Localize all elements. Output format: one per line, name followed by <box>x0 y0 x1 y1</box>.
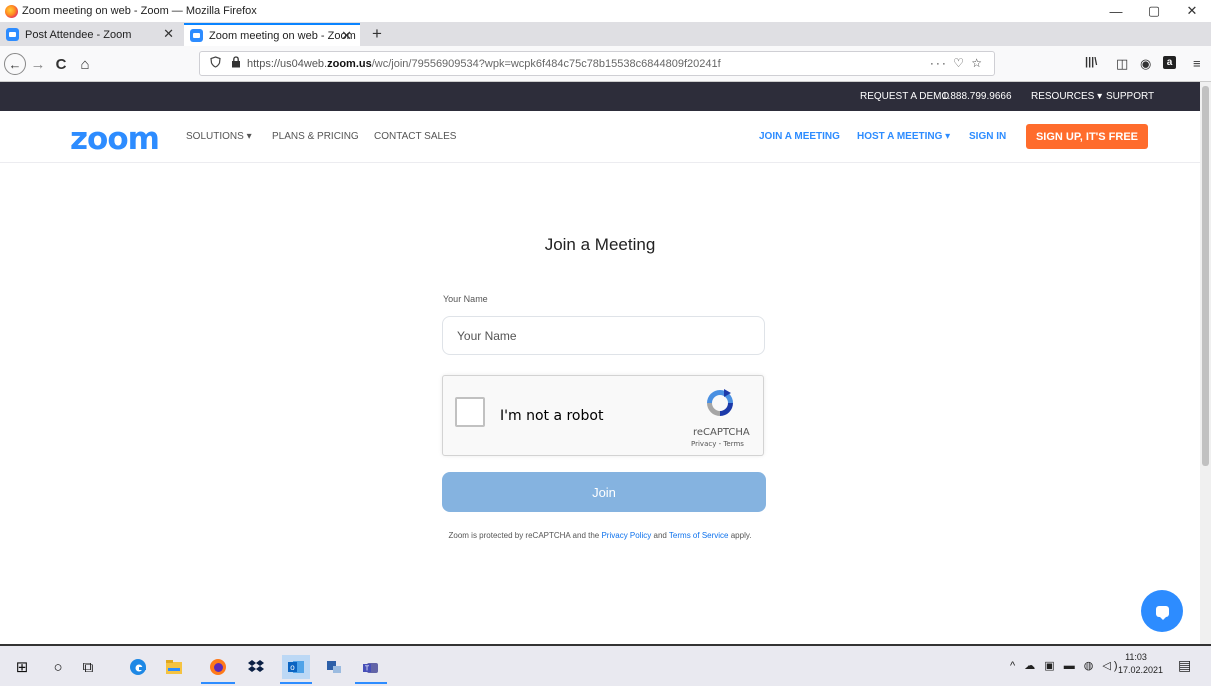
active-app-indicator <box>355 682 387 684</box>
notice-text: and <box>651 531 669 540</box>
host-meeting-menu[interactable]: HOST A MEETING ▾ <box>857 131 950 142</box>
windows-taskbar: ⊞ ○ ⧉ o T ^ ☁ ▣ ▬ ◍ ◁) 11:03 17.02.2021 … <box>0 644 1211 686</box>
menu-icon[interactable]: ≡ <box>1193 56 1201 71</box>
recaptcha-brand: reCAPTCHA <box>693 427 750 438</box>
start-button[interactable]: ⊞ <box>12 656 32 678</box>
url-path: /wc/join/79556909534?wpk=wcpk6f484c75c78… <box>371 57 721 70</box>
account-icon[interactable]: ◉ <box>1140 56 1151 72</box>
tab-post-attendee[interactable]: Post Attendee - Zoom ✕ <box>0 23 182 46</box>
window-controls: — ▢ ✕ <box>1097 0 1211 22</box>
new-tab-button[interactable]: + <box>366 22 388 46</box>
solutions-menu[interactable]: SOLUTIONS ▾ <box>186 131 252 142</box>
phone-link[interactable]: 1.888.799.9666 <box>942 91 1012 102</box>
tab-zoom-meeting-on-web[interactable]: Zoom meeting on web - Zoom ✕ <box>184 23 360 46</box>
active-app-indicator <box>280 682 312 684</box>
zoom-header: zoom SOLUTIONS ▾ PLANS & PRICING CONTACT… <box>0 111 1200 163</box>
recaptcha-widget: I'm not a robot reCAPTCHA Privacy - Term… <box>442 375 764 456</box>
firefox-icon <box>5 4 18 18</box>
task-view-icon[interactable]: ⧉ <box>78 656 98 678</box>
chat-support-button[interactable] <box>1141 590 1183 632</box>
notification-center-icon[interactable]: ▤ <box>1178 657 1191 674</box>
outlook-icon[interactable]: o <box>282 655 310 679</box>
active-app-indicator <box>201 682 235 684</box>
search-icon[interactable]: ○ <box>48 656 68 678</box>
notice-text: apply. <box>728 531 752 540</box>
join-meeting-link[interactable]: JOIN A MEETING <box>759 131 840 142</box>
window-title: Zoom meeting on web - Zoom — Mozilla Fir… <box>22 5 257 17</box>
request-demo-link[interactable]: REQUEST A DEMO <box>860 91 949 102</box>
join-button[interactable]: Join <box>442 472 766 512</box>
plans-pricing-link[interactable]: PLANS & PRICING <box>272 131 359 142</box>
taskbar-clock[interactable]: 11:03 17.02.2021 <box>1118 651 1164 677</box>
recaptcha-privacy-terms[interactable]: Privacy - Terms <box>691 440 744 448</box>
chat-icon <box>1155 605 1169 620</box>
terms-of-service-link[interactable]: Terms of Service <box>669 531 729 540</box>
edge-icon[interactable] <box>127 656 149 678</box>
your-name-input[interactable] <box>442 316 765 355</box>
url-domain: zoom.us <box>327 57 372 70</box>
file-explorer-icon[interactable] <box>163 656 185 678</box>
sign-in-link[interactable]: SIGN IN <box>969 131 1006 142</box>
recaptcha-checkbox[interactable] <box>455 397 485 427</box>
recaptcha-notice: Zoom is protected by reCAPTCHA and the P… <box>0 531 1200 540</box>
firefox-taskbar-icon[interactable] <box>207 656 229 678</box>
your-name-label: Your Name <box>443 294 488 304</box>
notice-text: Zoom is protected by reCAPTCHA and the <box>448 531 602 540</box>
url-bar[interactable]: https://us04web. zoom.us /wc/join/795569… <box>199 51 995 76</box>
url-prefix: https://us04web. <box>247 57 328 70</box>
support-link[interactable]: SUPPORT <box>1106 91 1154 102</box>
contact-sales-link[interactable]: CONTACT SALES <box>374 131 456 142</box>
tab-label: Post Attendee - Zoom <box>25 28 132 41</box>
system-tray-icons[interactable]: ^ ☁ ▣ ▬ ◍ ◁) <box>1010 659 1121 672</box>
reload-button[interactable]: C <box>52 53 70 75</box>
app-icon[interactable] <box>323 656 345 678</box>
clock-time: 11:03 <box>1125 652 1147 662</box>
recaptcha-logo-icon <box>707 389 733 416</box>
page-actions-icons[interactable]: ··· ♡ ☆ <box>930 56 984 70</box>
sign-up-button[interactable]: SIGN UP, IT'S FREE <box>1026 124 1148 149</box>
close-window-button[interactable]: ✕ <box>1173 0 1211 22</box>
amazon-extension-icon[interactable]: a <box>1163 56 1176 69</box>
minimize-button[interactable]: — <box>1097 0 1135 22</box>
clock-date: 17.02.2021 <box>1118 665 1164 675</box>
close-tab-icon[interactable]: ✕ <box>341 28 352 44</box>
zoom-favicon-icon <box>190 29 203 42</box>
privacy-policy-link[interactable]: Privacy Policy <box>601 531 651 540</box>
close-tab-icon[interactable]: ✕ <box>163 26 174 42</box>
svg-text:o: o <box>290 663 295 672</box>
resources-menu[interactable]: RESOURCES ▾ <box>1031 91 1102 102</box>
teams-icon[interactable]: T <box>360 656 382 678</box>
window-titlebar: Zoom meeting on web - Zoom — Mozilla Fir… <box>0 0 1211 22</box>
zoom-logo[interactable]: zoom <box>70 121 160 157</box>
page-scrollbar[interactable] <box>1200 82 1211 644</box>
zoom-favicon-icon <box>6 28 19 41</box>
navigation-toolbar: ← → C ⌂ https://us04web. zoom.us /wc/joi… <box>0 46 1211 82</box>
scrollbar-thumb[interactable] <box>1202 86 1209 466</box>
back-button[interactable]: ← <box>4 53 26 75</box>
tab-strip: Post Attendee - Zoom ✕ Zoom meeting on w… <box>0 22 1211 46</box>
page-title: Join a Meeting <box>544 235 656 254</box>
dropbox-icon[interactable] <box>245 656 267 678</box>
tracking-protection-icon[interactable] <box>210 56 221 71</box>
zoom-utility-bar: REQUEST A DEMO 1.888.799.9666 RESOURCES … <box>0 82 1211 111</box>
forward-button[interactable]: → <box>30 53 46 75</box>
home-button[interactable]: ⌂ <box>76 53 94 75</box>
library-icon[interactable]: |||\ <box>1085 56 1097 68</box>
maximize-button[interactable]: ▢ <box>1135 0 1173 22</box>
lock-icon[interactable] <box>231 56 241 71</box>
recaptcha-label: I'm not a robot <box>500 408 604 424</box>
svg-text:T: T <box>365 666 370 673</box>
sidebar-icon[interactable]: ◫ <box>1116 56 1128 72</box>
tab-label: Zoom meeting on web - Zoom <box>209 29 356 42</box>
